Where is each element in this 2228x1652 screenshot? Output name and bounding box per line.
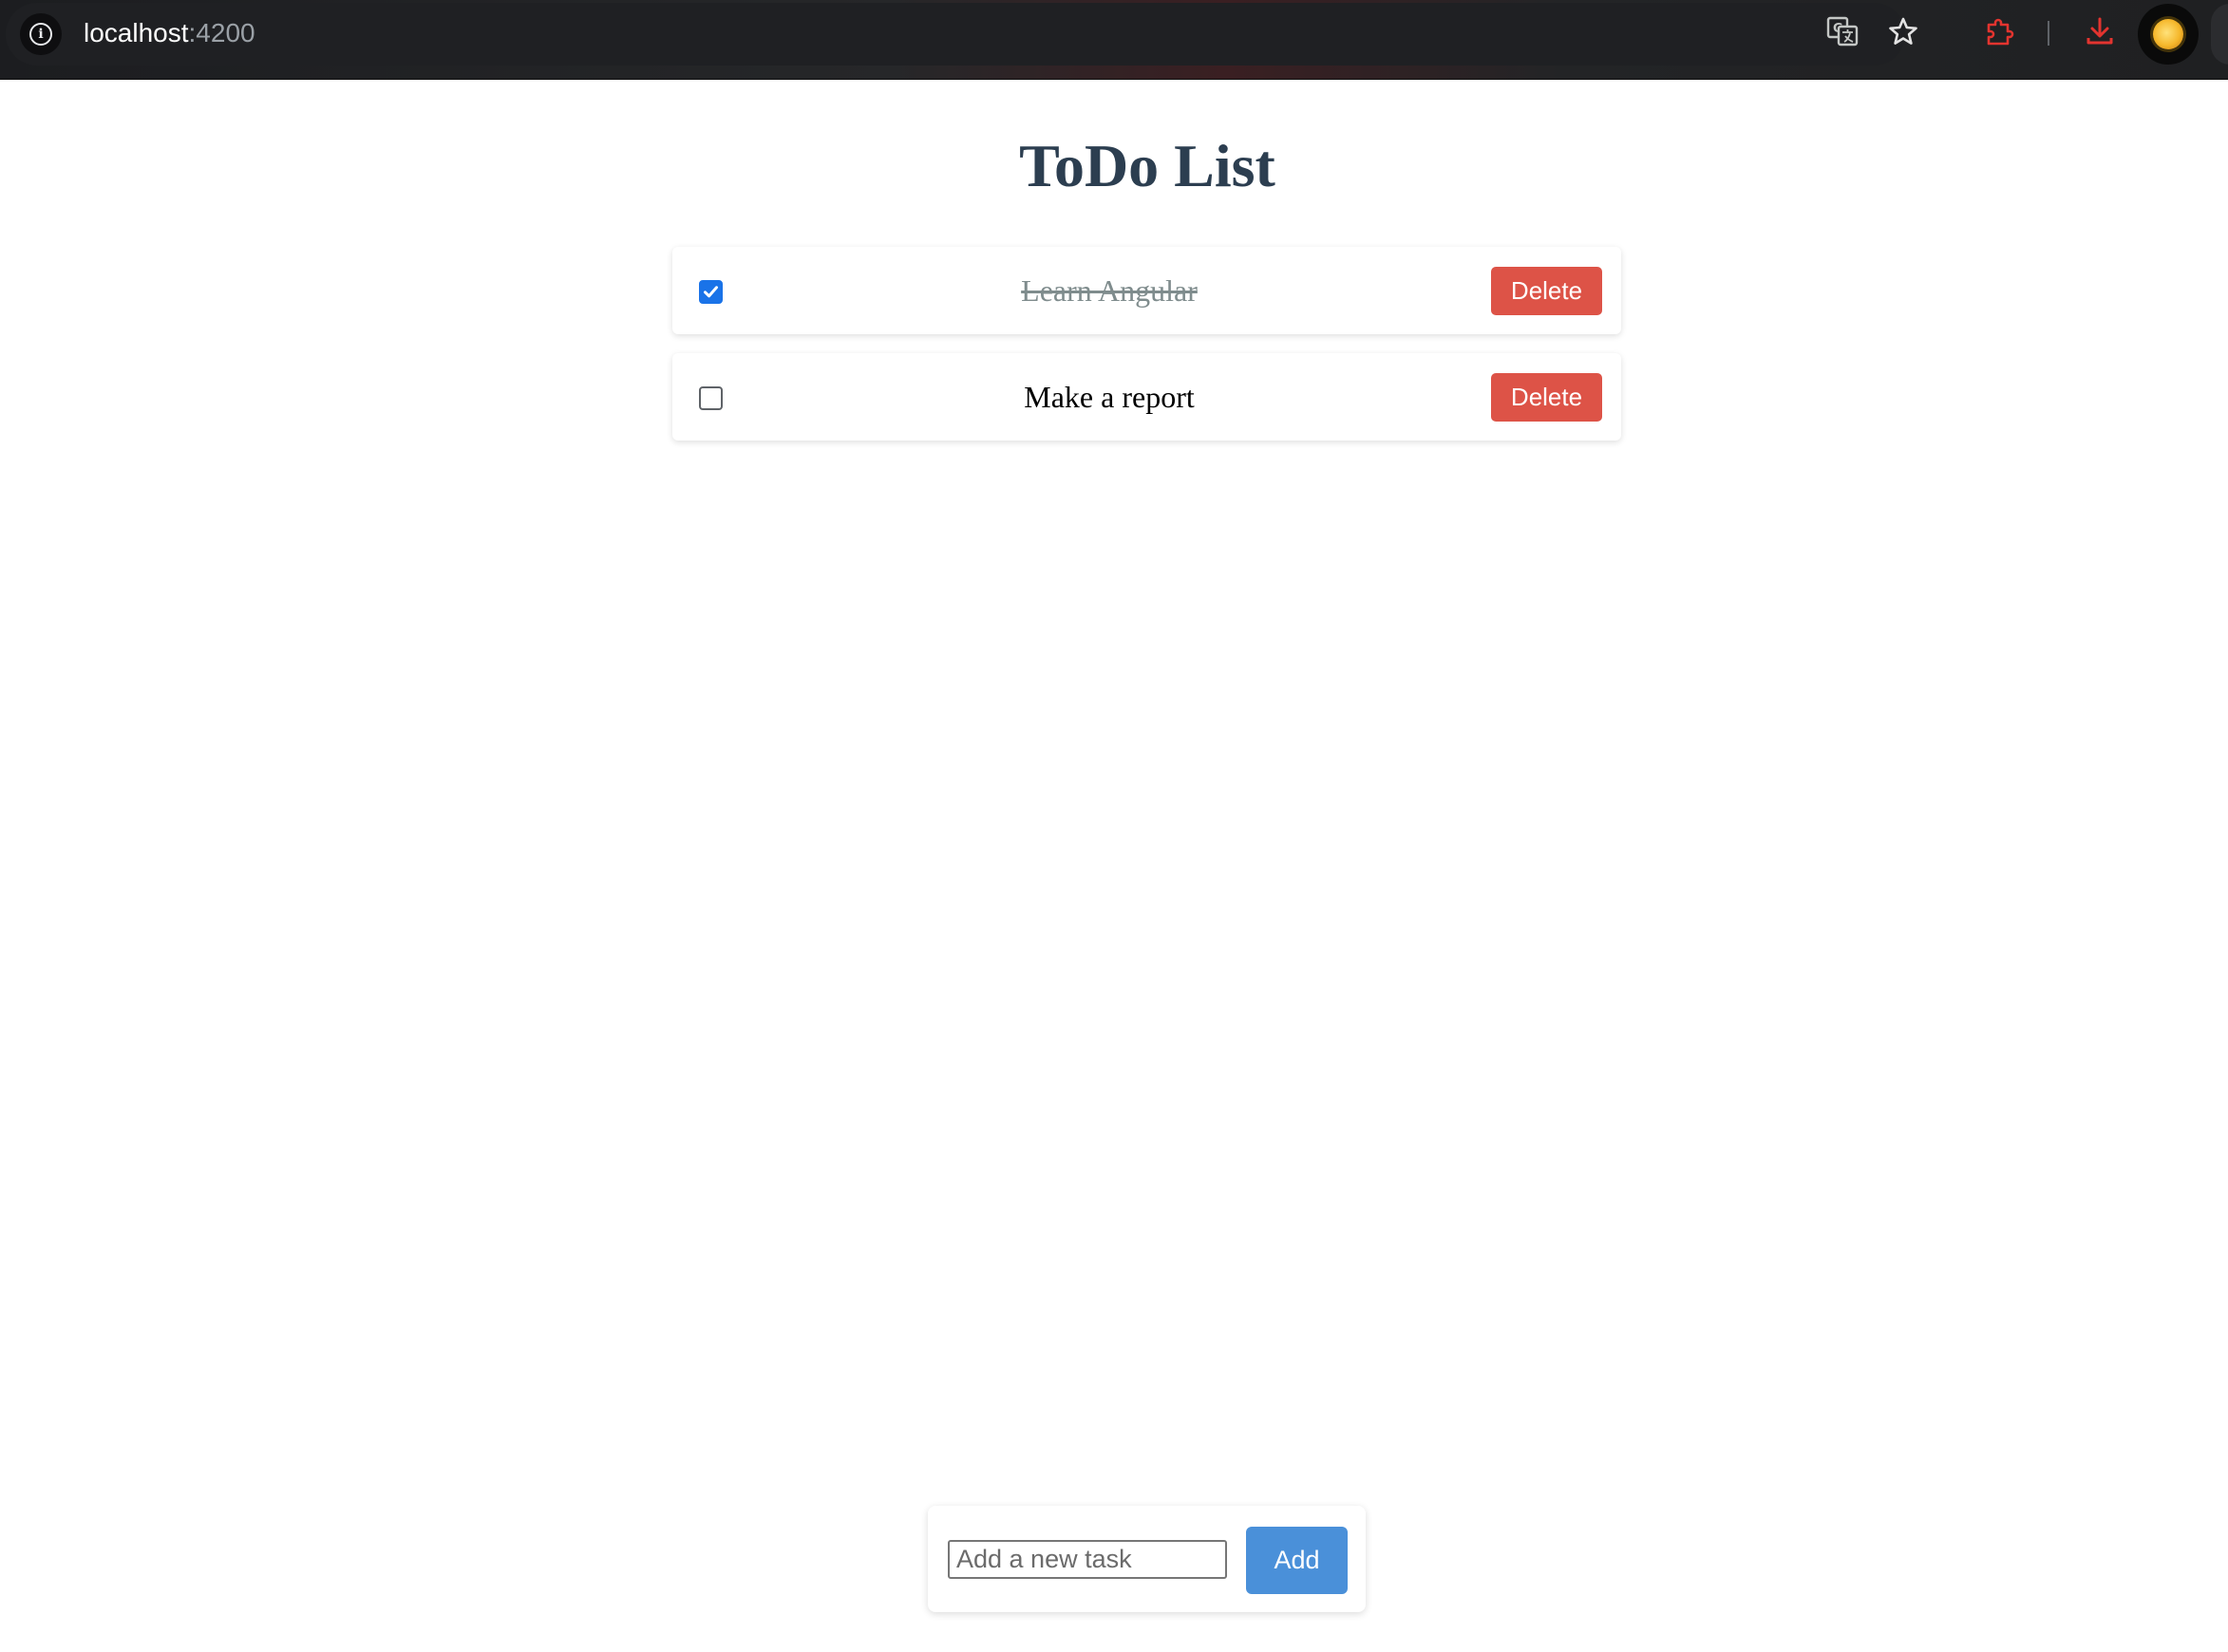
todo-checkbox-unchecked[interactable] xyxy=(699,386,723,410)
todo-checkbox-checked[interactable] xyxy=(699,280,723,304)
add-task-panel: Add xyxy=(928,1506,1366,1612)
new-task-input[interactable] xyxy=(948,1540,1227,1579)
bookmark-star-icon[interactable] xyxy=(1885,13,1921,49)
checkmark-icon xyxy=(704,286,718,298)
profile-avatar[interactable] xyxy=(2138,4,2199,65)
info-icon: i xyxy=(29,23,52,46)
todo-text: Learn Angular xyxy=(1021,273,1198,308)
extensions-icon[interactable] xyxy=(1981,13,2017,49)
todo-text: Make a report xyxy=(1024,380,1195,414)
todo-item: Learn Angular Delete xyxy=(672,247,1621,334)
toolbar-divider xyxy=(2048,21,2049,46)
delete-button[interactable]: Delete xyxy=(1491,373,1602,422)
todo-item: Make a report Delete xyxy=(672,353,1621,441)
page-title: ToDo List xyxy=(1019,132,1275,199)
avatar-image xyxy=(2153,19,2183,49)
site-info-button[interactable]: i xyxy=(20,13,62,55)
delete-button[interactable]: Delete xyxy=(1491,267,1602,315)
download-icon[interactable] xyxy=(2082,13,2118,49)
url-text[interactable]: localhost:4200 xyxy=(84,18,255,48)
address-bar[interactable]: i localhost:4200 xyxy=(6,3,1905,66)
browser-menu-edge[interactable] xyxy=(2211,4,2228,65)
url-host: localhost xyxy=(84,18,189,47)
translate-icon[interactable]: G xyxy=(1824,13,1860,49)
browser-toolbar: i localhost:4200 G xyxy=(0,0,2228,80)
add-task-button[interactable]: Add xyxy=(1246,1527,1348,1594)
todo-list: Learn Angular Delete Make a report Delet… xyxy=(672,247,1621,460)
url-port: :4200 xyxy=(188,18,255,47)
